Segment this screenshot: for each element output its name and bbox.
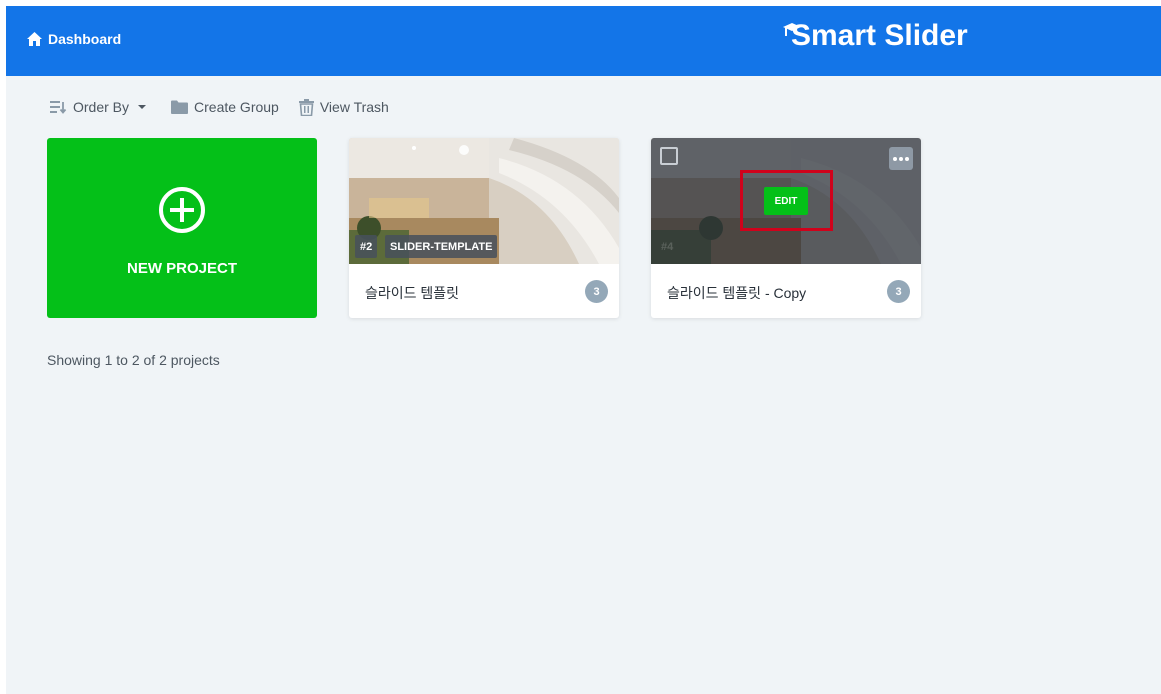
more-dots-icon — [893, 156, 909, 161]
project-thumbnail[interactable]: #4 EDIT — [651, 138, 921, 264]
view-trash-label: View Trash — [319, 99, 389, 115]
project-footer: 슬라이드 템플릿 3 — [349, 264, 619, 318]
slide-count-badge: 3 — [887, 280, 910, 303]
folder-icon — [171, 100, 189, 114]
order-by-label: Order By — [73, 99, 130, 115]
project-footer: 슬라이드 템플릿 - Copy 3 — [651, 264, 921, 318]
project-title[interactable]: 슬라이드 템플릿 - Copy — [667, 283, 806, 303]
project-type-tag: SLIDER-TEMPLATE — [385, 235, 498, 258]
project-card-2[interactable]: #4 EDIT 슬라이드 템플릿 - Copy 3 — [651, 138, 921, 318]
edit-button[interactable]: EDIT — [764, 187, 808, 215]
toolbar: Order By Create Group View Trash — [50, 97, 409, 117]
dashboard-link[interactable]: Dashboard — [26, 31, 121, 47]
brand-logo: Smart Slider — [781, 21, 968, 51]
more-options-button[interactable] — [889, 147, 913, 170]
create-group-label: Create Group — [194, 99, 279, 115]
view-trash-button[interactable]: View Trash — [298, 98, 389, 116]
project-card-1[interactable]: #2 SLIDER-TEMPLATE 슬라이드 템플릿 3 — [349, 138, 619, 318]
new-project-card[interactable]: NEW PROJECT — [47, 138, 317, 318]
project-id-tag: #2 — [355, 235, 378, 258]
project-title[interactable]: 슬라이드 템플릿 — [365, 283, 459, 303]
new-project-label: NEW PROJECT — [126, 260, 237, 277]
sort-list-icon — [50, 101, 67, 114]
create-group-button[interactable]: Create Group — [171, 99, 279, 115]
caret-down-icon — [138, 105, 147, 109]
select-checkbox[interactable] — [660, 147, 678, 165]
order-by-button[interactable]: Order By — [50, 99, 151, 115]
pagination-summary: Showing 1 to 2 of 2 projects — [47, 352, 220, 368]
app-root: Dashboard Smart Slider Order By Create G… — [6, 6, 1161, 694]
home-icon — [27, 32, 42, 46]
project-id-tag: #4 — [661, 241, 674, 253]
brand-name: Smart Slider — [791, 19, 968, 52]
top-bar: Dashboard Smart Slider — [6, 6, 1161, 76]
plus-circle-icon — [159, 187, 205, 233]
slide-count-badge: 3 — [585, 280, 608, 303]
dashboard-label: Dashboard — [48, 31, 122, 47]
trash-icon — [298, 98, 314, 116]
